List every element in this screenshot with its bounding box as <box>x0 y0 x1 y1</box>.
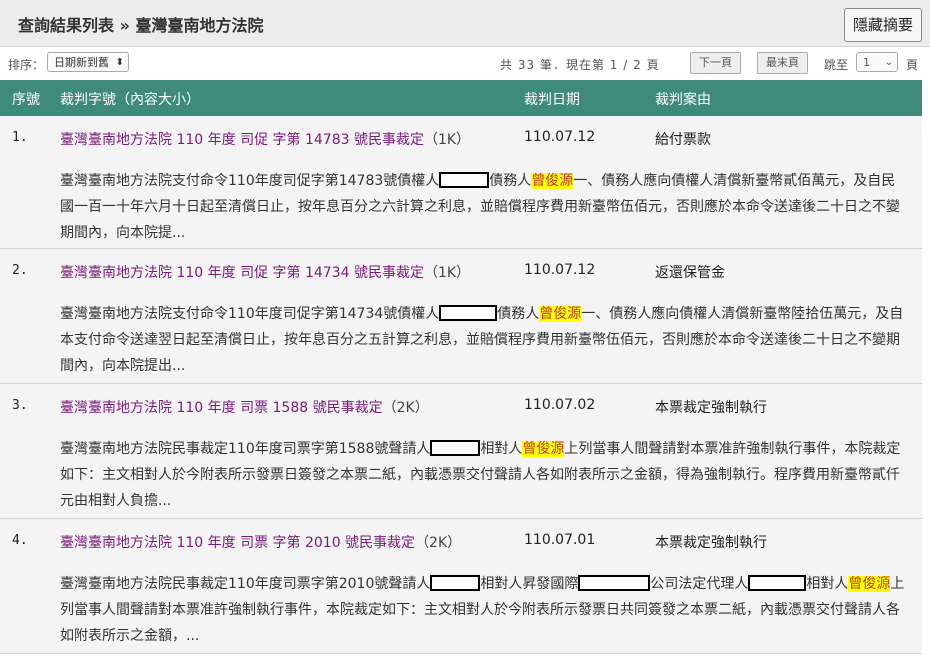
redaction-box <box>439 305 498 321</box>
case-summary: 臺灣臺南地方法院民事裁定110年度司票字第2010號聲請人 相對人昇發國際 公司法定… <box>60 571 908 649</box>
pager-info: 共 33 筆．現在第 1 / 2 頁 <box>500 56 660 73</box>
jump-page-select[interactable]: 1 ⌄ <box>856 52 898 72</box>
case-cause: 給付票款 <box>655 132 711 148</box>
jump-page-value: 1 <box>863 56 870 69</box>
highlighted-name: 曾俊源 <box>531 173 574 189</box>
case-size: （2K） <box>415 535 462 551</box>
redaction-box <box>748 575 807 591</box>
case-title: 臺灣臺南地方法院 110 年度 司票 字第 2010 號民事裁定 <box>60 535 416 551</box>
column-header-case: 裁判字號（內容大小） <box>60 92 200 108</box>
chevron-down-icon: ⌄ <box>884 57 893 68</box>
row-number: 4. <box>12 533 28 548</box>
result-row: 1. 臺灣臺南地方法院 110 年度 司促 字第 14783 號民事裁定（1K）… <box>0 116 922 249</box>
highlighted-name: 曾俊源 <box>539 306 582 322</box>
case-date: 110.07.01 <box>524 532 596 548</box>
case-link[interactable]: 臺灣臺南地方法院 110 年度 司票 1588 號民事裁定（2K） <box>60 397 429 417</box>
page-separator: / <box>623 58 629 72</box>
column-header-cause: 裁判案由 <box>655 92 711 108</box>
results-table-header: 序號 裁判字號（內容大小） 裁判日期 裁判案由 <box>0 80 922 116</box>
title-bar: 查詢結果列表 » 臺灣臺南地方法院 隱藏摘要 <box>0 0 930 47</box>
redaction-box <box>578 575 651 591</box>
case-date: 110.07.02 <box>524 397 596 413</box>
next-page-button[interactable]: 下一頁 <box>690 52 741 74</box>
highlighted-name: 曾俊源 <box>848 576 891 592</box>
summary-text: 債務人 <box>489 173 532 189</box>
case-link[interactable]: 臺灣臺南地方法院 110 年度 司促 字第 14783 號民事裁定（1K） <box>60 129 470 149</box>
summary-text: 臺灣臺南地方法院支付命令110年度司促字第14734號債權人 <box>60 306 440 322</box>
total-suffix: 筆．現在第 <box>539 58 605 72</box>
total-count: 33 <box>517 58 536 72</box>
total-prefix: 共 <box>500 58 514 72</box>
case-cause: 本票裁定強制執行 <box>655 400 767 416</box>
last-page-button[interactable]: 最末頁 <box>757 52 808 74</box>
row-number: 1. <box>12 130 28 145</box>
case-cause: 本票裁定強制執行 <box>655 535 767 551</box>
summary-text: 公司法定代理人 <box>650 576 749 592</box>
column-header-num: 序號 <box>12 92 40 108</box>
case-date: 110.07.12 <box>524 262 596 278</box>
highlighted-name: 曾俊源 <box>522 441 565 457</box>
case-title: 臺灣臺南地方法院 110 年度 司促 字第 14783 號民事裁定 <box>60 132 424 148</box>
case-date: 110.07.12 <box>524 129 596 145</box>
column-header-date: 裁判日期 <box>524 92 580 108</box>
summary-text: 相對人 <box>480 441 523 457</box>
case-link[interactable]: 臺灣臺南地方法院 110 年度 司票 字第 2010 號民事裁定（2K） <box>60 532 461 552</box>
summary-text: 臺灣臺南地方法院民事裁定110年度司票字第1588號聲請人 <box>60 441 431 457</box>
results-list: 1. 臺灣臺南地方法院 110 年度 司促 字第 14783 號民事裁定（1K）… <box>0 116 922 654</box>
result-row: 4. 臺灣臺南地方法院 110 年度 司票 字第 2010 號民事裁定（2K） … <box>0 519 922 654</box>
case-summary: 臺灣臺南地方法院民事裁定110年度司票字第1588號聲請人 相對人曾俊源上列當事人… <box>60 436 908 514</box>
summary-text: 相對人 <box>806 576 849 592</box>
redaction-box <box>430 575 481 591</box>
case-size: （2K） <box>382 400 429 416</box>
case-title: 臺灣臺南地方法院 110 年度 司票 1588 號民事裁定 <box>60 400 383 416</box>
page-unit-label: 頁 <box>646 58 660 72</box>
current-page: 1 <box>609 58 619 72</box>
page-title: 查詢結果列表 » 臺灣臺南地方法院 <box>18 16 264 35</box>
case-link[interactable]: 臺灣臺南地方法院 110 年度 司促 字第 14734 號民事裁定（1K） <box>60 262 470 282</box>
jump-label: 跳至 <box>824 58 849 72</box>
total-pages: 2 <box>633 58 642 72</box>
sort-select-value: 日期新到舊 <box>54 56 109 69</box>
case-summary: 臺灣臺南地方法院支付命令110年度司促字第14783號債權人 債務人曾俊源一、債務… <box>60 168 908 246</box>
case-cause: 返還保管金 <box>655 265 725 281</box>
case-size: （1K） <box>423 132 471 148</box>
case-size: （1K） <box>423 265 471 281</box>
summary-text: 臺灣臺南地方法院民事裁定110年度司票字第2010號聲請人 <box>60 576 431 592</box>
summary-text: 臺灣臺南地方法院支付命令110年度司促字第14783號債權人 <box>60 173 440 189</box>
redaction-box <box>430 440 481 456</box>
redaction-box <box>439 172 490 188</box>
row-number: 2. <box>12 263 28 278</box>
hide-summary-button[interactable]: 隱藏摘要 <box>843 8 922 42</box>
toolbar: 排序： 日期新到舊 ⬍ 共 33 筆．現在第 1 / 2 頁 下一頁 最末頁 跳… <box>0 47 930 79</box>
case-summary: 臺灣臺南地方法院支付命令110年度司促字第14734號債權人 債務人曾俊源一、債務… <box>60 301 908 379</box>
summary-text: 相對人昇發國際 <box>480 576 579 592</box>
summary-text: 債務人 <box>497 306 540 322</box>
jump-unit-label: 頁 <box>906 58 919 72</box>
sort-label: 排序： <box>8 58 45 72</box>
result-row: 2. 臺灣臺南地方法院 110 年度 司促 字第 14734 號民事裁定（1K）… <box>0 249 922 384</box>
sort-select[interactable]: 日期新到舊 ⬍ <box>47 52 129 72</box>
sort-updown-icon: ⬍ <box>115 57 124 68</box>
row-number: 3. <box>12 398 28 413</box>
case-title: 臺灣臺南地方法院 110 年度 司促 字第 14734 號民事裁定 <box>60 265 424 281</box>
result-row: 3. 臺灣臺南地方法院 110 年度 司票 1588 號民事裁定（2K） 110… <box>0 384 922 519</box>
